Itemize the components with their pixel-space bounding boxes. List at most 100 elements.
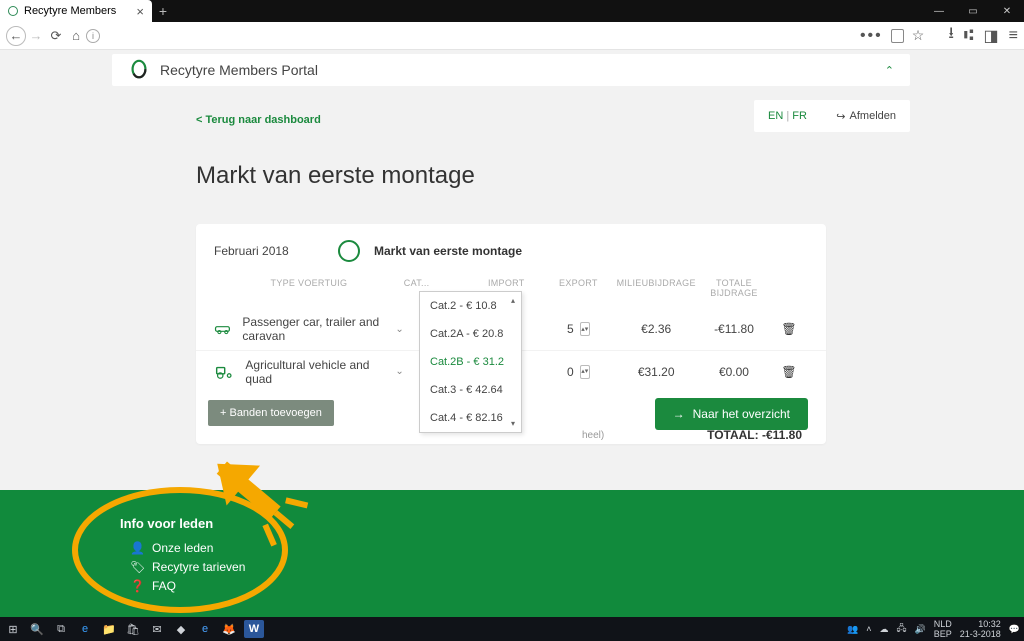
search-icon[interactable]: 🔍 — [28, 620, 46, 638]
export-stepper[interactable]: ▴▾ — [580, 365, 590, 379]
lang-fr-link[interactable]: FR — [792, 110, 807, 122]
th-totale: TOTALE BIJDRAGE — [698, 278, 770, 298]
category-dropdown[interactable]: Cat.2 - € 10.8 Cat.2A - € 20.8 Cat.2B - … — [419, 291, 522, 433]
menu-icon[interactable]: ≡ — [1009, 27, 1018, 45]
portal-title: Recytyre Members Portal — [160, 62, 318, 78]
tray-expand-icon[interactable]: ˄ — [866, 624, 871, 634]
site-info-icon[interactable]: i — [86, 29, 100, 43]
bookmark-star-icon[interactable]: ☆ — [912, 27, 925, 44]
tag-icon: 🏷 — [130, 560, 142, 574]
url-input[interactable] — [120, 26, 850, 46]
tab-title: Recytyre Members — [24, 5, 116, 17]
portal-utility-bar: EN | FR ↪ Afmelden — [754, 100, 910, 132]
nav-reload-button[interactable]: ⟳ — [46, 26, 66, 46]
system-clock[interactable]: 10:3221-3-2018 — [960, 619, 1001, 639]
recytyre-logo — [128, 59, 150, 81]
export-stepper[interactable]: ▴▾ — [580, 322, 590, 336]
more-actions-icon[interactable]: ••• — [860, 27, 883, 45]
footer-title: Info voor leden — [120, 516, 1024, 531]
ie-icon[interactable]: e — [196, 620, 214, 638]
delete-row-icon[interactable]: 🗑 — [770, 322, 808, 336]
file-explorer-icon[interactable]: 📁 — [100, 620, 118, 638]
dropdown-scrollbar[interactable]: ▴▾ — [511, 296, 519, 428]
edge-icon[interactable]: e — [76, 620, 94, 638]
nav-home-button[interactable]: ⌂ — [66, 26, 86, 46]
dropdown-item[interactable]: Cat.3 - € 42.64 — [420, 376, 521, 404]
input-lang[interactable]: NLD BEP — [934, 619, 952, 639]
window-controls: — ▭ ✕ — [922, 0, 1024, 22]
library-icon[interactable]: ⑆ — [964, 27, 974, 45]
vehicle-dropdown-icon[interactable]: ⌄ — [395, 366, 403, 377]
onedrive-icon[interactable]: ☁ — [879, 624, 888, 635]
word-icon[interactable]: W — [244, 620, 264, 638]
logout-label: Afmelden — [850, 110, 896, 122]
browser-tab-strip: Recytyre Members × + — ▭ ✕ — [0, 0, 1024, 22]
downloads-icon[interactable]: ⭳ — [948, 22, 954, 49]
start-button[interactable]: ⊞ — [4, 620, 22, 638]
wheel-hint-text: heel) — [582, 430, 604, 441]
export-value: 5 — [567, 322, 574, 336]
total-value: €0.00 — [698, 365, 770, 379]
network-icon[interactable]: 🖧 — [896, 621, 906, 637]
vehicle-dropdown-icon[interactable]: ⌄ — [395, 324, 403, 335]
overview-btn-label: Naar het overzicht — [693, 407, 790, 421]
add-tyres-button[interactable]: + Banden toevoegen — [208, 400, 334, 426]
portal-header-bar: Recytyre Members Portal ⌃ — [112, 54, 910, 86]
window-restore-button[interactable]: ▭ — [956, 0, 990, 22]
period-label: Februari 2018 — [214, 244, 324, 258]
volume-icon[interactable]: 🔊 — [915, 624, 926, 635]
back-to-dashboard-link[interactable]: < Terug naar dashboard — [196, 114, 321, 126]
action-center-icon[interactable]: 💬 — [1009, 624, 1020, 635]
people-icon[interactable]: 👥 — [847, 624, 858, 635]
browser-tab[interactable]: Recytyre Members × — [0, 0, 152, 22]
sidebar-icon[interactable]: ◨ — [984, 26, 999, 46]
page-viewport: Recytyre Members Portal ⌃ EN | FR ↪ Afme… — [0, 50, 1024, 617]
collapse-icon[interactable]: ⌃ — [885, 64, 894, 77]
footer-link-members[interactable]: 👤Onze leden — [120, 539, 1024, 558]
th-type: TYPE VOERTUIG — [214, 278, 404, 298]
scroll-down-icon[interactable]: ▾ — [511, 419, 519, 428]
person-icon: 👤 — [130, 541, 142, 555]
export-value: 0 — [567, 365, 574, 379]
tracking-shield-icon[interactable] — [891, 29, 904, 43]
milieu-value: €2.36 — [614, 322, 698, 336]
lang-separator: | — [786, 110, 789, 122]
app-icon[interactable]: ◆ — [172, 620, 190, 638]
browser-toolbar: ← → ⟳ ⌂ i ••• ☆ ⭳ ⑆ ◨ ≡ — [0, 22, 1024, 50]
th-export: EXPORT — [542, 278, 614, 298]
tab-favicon — [8, 6, 18, 16]
dropdown-item[interactable]: Cat.2A - € 20.8 — [420, 320, 521, 348]
th-milieu: MILIEUBIJDRAGE — [614, 278, 698, 298]
footer-link-tariffs[interactable]: 🏷Recytyre tarieven — [120, 558, 1024, 577]
dropdown-item[interactable]: Cat.2 - € 10.8 — [420, 292, 521, 320]
firefox-icon[interactable]: 🦊 — [220, 620, 238, 638]
tab-close-icon[interactable]: × — [136, 4, 144, 19]
car-icon — [214, 321, 232, 337]
nav-forward-button[interactable]: → — [26, 26, 46, 46]
grand-total: TOTAAL: -€11.80 — [707, 428, 802, 442]
delete-row-icon[interactable]: 🗑 — [770, 365, 808, 379]
task-view-icon[interactable]: ⧉ — [52, 620, 70, 638]
mail-icon[interactable]: ✉ — [148, 620, 166, 638]
scroll-up-icon[interactable]: ▴ — [511, 296, 519, 305]
page-title: Markt van eerste montage — [196, 162, 475, 190]
section-title: Markt van eerste montage — [374, 244, 522, 258]
dropdown-item-selected[interactable]: Cat.2B - € 31.2 — [420, 348, 521, 376]
lang-en-link[interactable]: EN — [768, 110, 783, 122]
dropdown-item[interactable]: Cat.4 - € 82.16 — [420, 404, 521, 432]
new-tab-button[interactable]: + — [152, 0, 174, 22]
tractor-icon — [214, 364, 235, 380]
total-value: -€11.80 — [698, 322, 770, 336]
arrow-right-icon: → — [673, 407, 685, 421]
section-icon — [338, 240, 360, 262]
logout-icon: ↪ — [836, 110, 845, 123]
window-close-button[interactable]: ✕ — [990, 0, 1024, 22]
store-icon[interactable]: 🛍 — [124, 620, 142, 638]
milieu-value: €31.20 — [614, 365, 698, 379]
footer-link-faq[interactable]: ❓FAQ — [120, 577, 1024, 596]
go-to-overview-button[interactable]: → Naar het overzicht — [655, 398, 808, 430]
logout-link[interactable]: ↪ Afmelden — [836, 110, 896, 123]
window-minimize-button[interactable]: — — [922, 0, 956, 22]
site-footer: Info voor leden 👤Onze leden 🏷Recytyre ta… — [0, 490, 1024, 617]
nav-back-button[interactable]: ← — [6, 26, 26, 46]
